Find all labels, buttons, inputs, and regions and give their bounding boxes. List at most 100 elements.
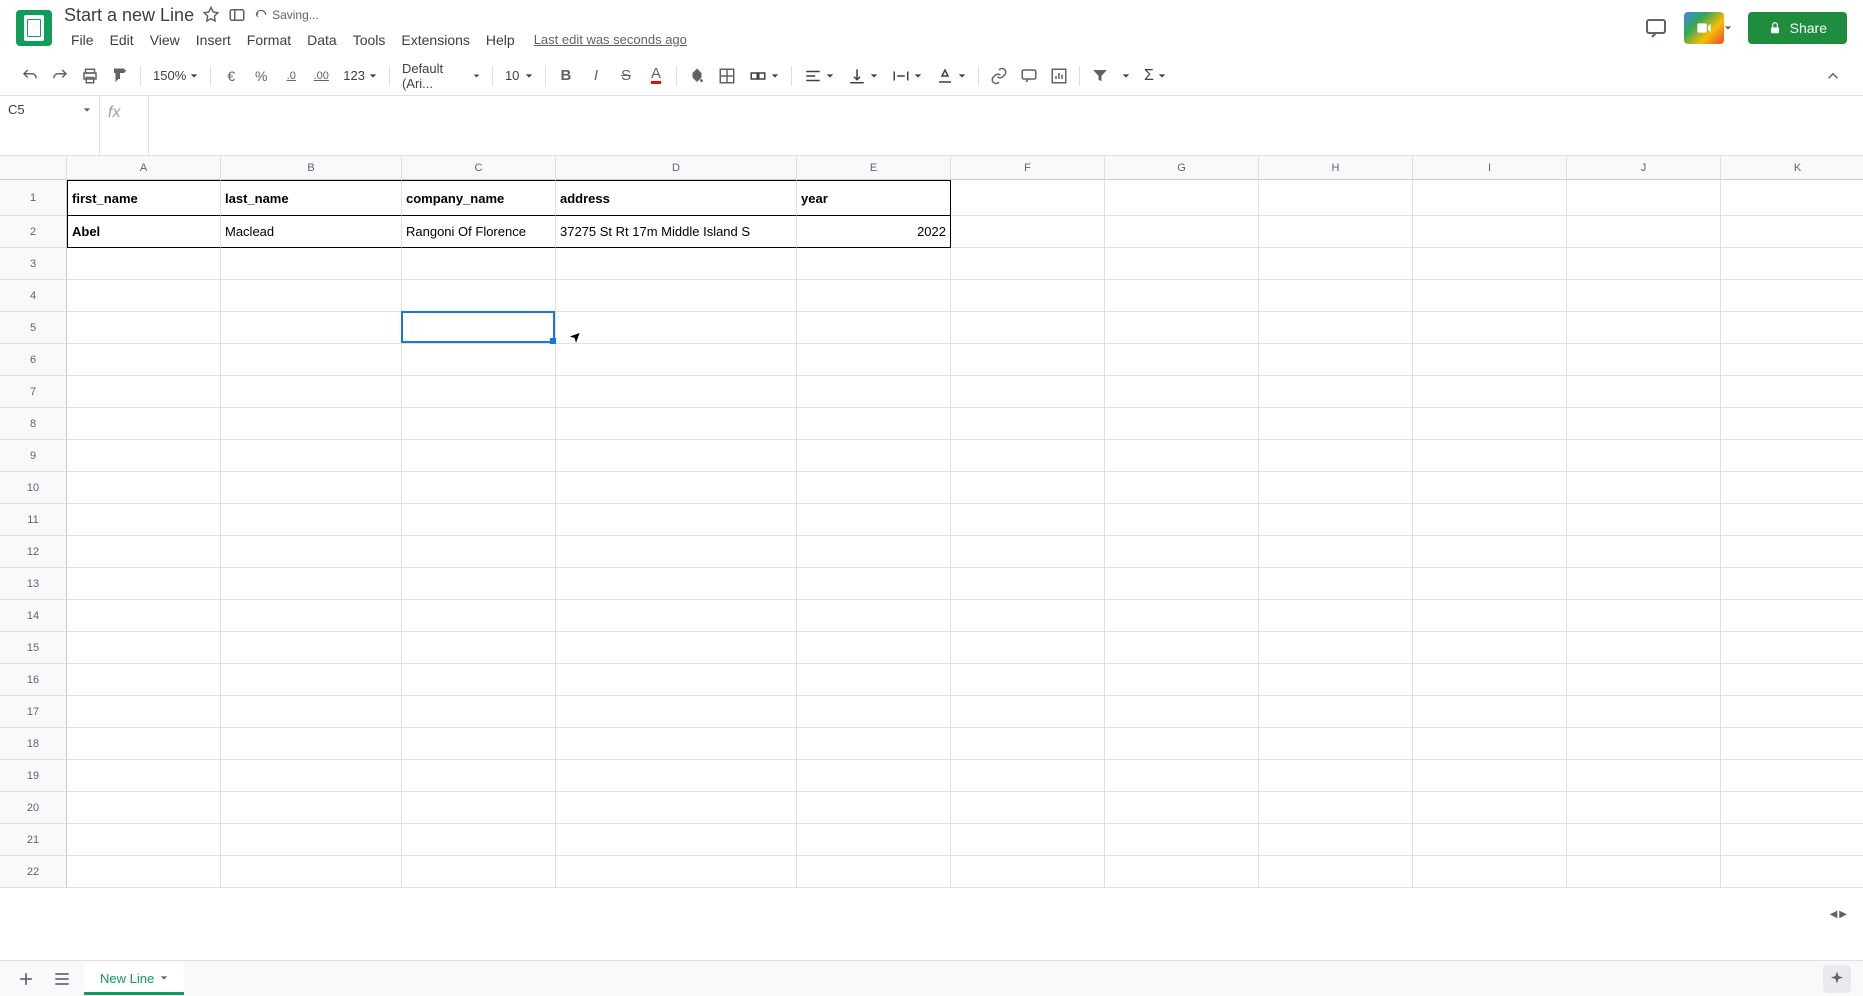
cell-J21[interactable]	[1567, 824, 1721, 856]
cell-D4[interactable]	[556, 280, 797, 312]
cell-C6[interactable]	[402, 344, 556, 376]
cell-G8[interactable]	[1105, 408, 1259, 440]
cell-G20[interactable]	[1105, 792, 1259, 824]
cell-G3[interactable]	[1105, 248, 1259, 280]
decrease-decimal-button[interactable]: .0	[277, 62, 305, 90]
cell-B6[interactable]	[221, 344, 402, 376]
cell-C12[interactable]	[402, 536, 556, 568]
cell-F4[interactable]	[951, 280, 1105, 312]
cell-J20[interactable]	[1567, 792, 1721, 824]
cell-E6[interactable]	[797, 344, 951, 376]
cell-D14[interactable]	[556, 600, 797, 632]
cell-C11[interactable]	[402, 504, 556, 536]
cell-D15[interactable]	[556, 632, 797, 664]
cell-G11[interactable]	[1105, 504, 1259, 536]
cell-A4[interactable]	[67, 280, 221, 312]
cell-K1[interactable]	[1721, 180, 1863, 216]
cell-I22[interactable]	[1413, 856, 1567, 888]
cell-C1[interactable]: company_name	[402, 180, 556, 216]
cell-J11[interactable]	[1567, 504, 1721, 536]
cell-E7[interactable]	[797, 376, 951, 408]
cell-J8[interactable]	[1567, 408, 1721, 440]
cell-D8[interactable]	[556, 408, 797, 440]
row-header-19[interactable]: 19	[0, 760, 67, 792]
cell-H16[interactable]	[1259, 664, 1413, 696]
row-header-8[interactable]: 8	[0, 408, 67, 440]
cell-F2[interactable]	[951, 216, 1105, 248]
cell-J6[interactable]	[1567, 344, 1721, 376]
last-edit-link[interactable]: Last edit was seconds ago	[534, 32, 687, 47]
cell-A3[interactable]	[67, 248, 221, 280]
menu-edit[interactable]: Edit	[103, 28, 141, 52]
cell-H13[interactable]	[1259, 568, 1413, 600]
cell-J3[interactable]	[1567, 248, 1721, 280]
menu-help[interactable]: Help	[479, 28, 522, 52]
cell-E9[interactable]	[797, 440, 951, 472]
cell-B19[interactable]	[221, 760, 402, 792]
cell-H7[interactable]	[1259, 376, 1413, 408]
cell-A9[interactable]	[67, 440, 221, 472]
cell-E20[interactable]	[797, 792, 951, 824]
cell-A1[interactable]: first_name	[67, 180, 221, 216]
cell-J7[interactable]	[1567, 376, 1721, 408]
cell-K8[interactable]	[1721, 408, 1863, 440]
cell-I12[interactable]	[1413, 536, 1567, 568]
all-sheets-button[interactable]	[48, 965, 76, 993]
cell-I14[interactable]	[1413, 600, 1567, 632]
chevron-down-icon[interactable]	[160, 974, 168, 982]
cell-B16[interactable]	[221, 664, 402, 696]
cell-G21[interactable]	[1105, 824, 1259, 856]
row-header-16[interactable]: 16	[0, 664, 67, 696]
column-header-F[interactable]: F	[951, 156, 1105, 180]
explore-button[interactable]	[1823, 965, 1851, 993]
cell-J16[interactable]	[1567, 664, 1721, 696]
row-header-2[interactable]: 2	[0, 216, 67, 248]
cell-A16[interactable]	[67, 664, 221, 696]
cell-I2[interactable]	[1413, 216, 1567, 248]
paint-format-button[interactable]	[106, 62, 134, 90]
cell-I5[interactable]	[1413, 312, 1567, 344]
cell-D20[interactable]	[556, 792, 797, 824]
menu-insert[interactable]: Insert	[189, 28, 238, 52]
cell-E12[interactable]	[797, 536, 951, 568]
cell-C17[interactable]	[402, 696, 556, 728]
cell-J4[interactable]	[1567, 280, 1721, 312]
cell-I1[interactable]	[1413, 180, 1567, 216]
cell-D19[interactable]	[556, 760, 797, 792]
cell-F12[interactable]	[951, 536, 1105, 568]
cell-H18[interactable]	[1259, 728, 1413, 760]
cell-H5[interactable]	[1259, 312, 1413, 344]
insert-chart-button[interactable]	[1045, 62, 1073, 90]
cell-B17[interactable]	[221, 696, 402, 728]
cell-B11[interactable]	[221, 504, 402, 536]
cell-F6[interactable]	[951, 344, 1105, 376]
sheets-logo[interactable]	[16, 10, 52, 46]
cell-H15[interactable]	[1259, 632, 1413, 664]
cell-A7[interactable]	[67, 376, 221, 408]
sheet-tab-active[interactable]: New Line	[84, 963, 184, 995]
cell-K14[interactable]	[1721, 600, 1863, 632]
cell-A10[interactable]	[67, 472, 221, 504]
cell-A15[interactable]	[67, 632, 221, 664]
cell-G12[interactable]	[1105, 536, 1259, 568]
cell-E5[interactable]	[797, 312, 951, 344]
cell-G1[interactable]	[1105, 180, 1259, 216]
cell-B18[interactable]	[221, 728, 402, 760]
redo-button[interactable]	[46, 62, 74, 90]
cell-D1[interactable]: address	[556, 180, 797, 216]
cell-H20[interactable]	[1259, 792, 1413, 824]
row-header-20[interactable]: 20	[0, 792, 67, 824]
cell-F11[interactable]	[951, 504, 1105, 536]
cell-E2[interactable]: 2022	[797, 216, 951, 248]
cell-K10[interactable]	[1721, 472, 1863, 504]
row-header-1[interactable]: 1	[0, 180, 67, 216]
column-header-J[interactable]: J	[1567, 156, 1721, 180]
cell-I11[interactable]	[1413, 504, 1567, 536]
cell-G17[interactable]	[1105, 696, 1259, 728]
cell-I17[interactable]	[1413, 696, 1567, 728]
cell-G10[interactable]	[1105, 472, 1259, 504]
cell-K4[interactable]	[1721, 280, 1863, 312]
cell-K11[interactable]	[1721, 504, 1863, 536]
cell-H22[interactable]	[1259, 856, 1413, 888]
cell-J14[interactable]	[1567, 600, 1721, 632]
